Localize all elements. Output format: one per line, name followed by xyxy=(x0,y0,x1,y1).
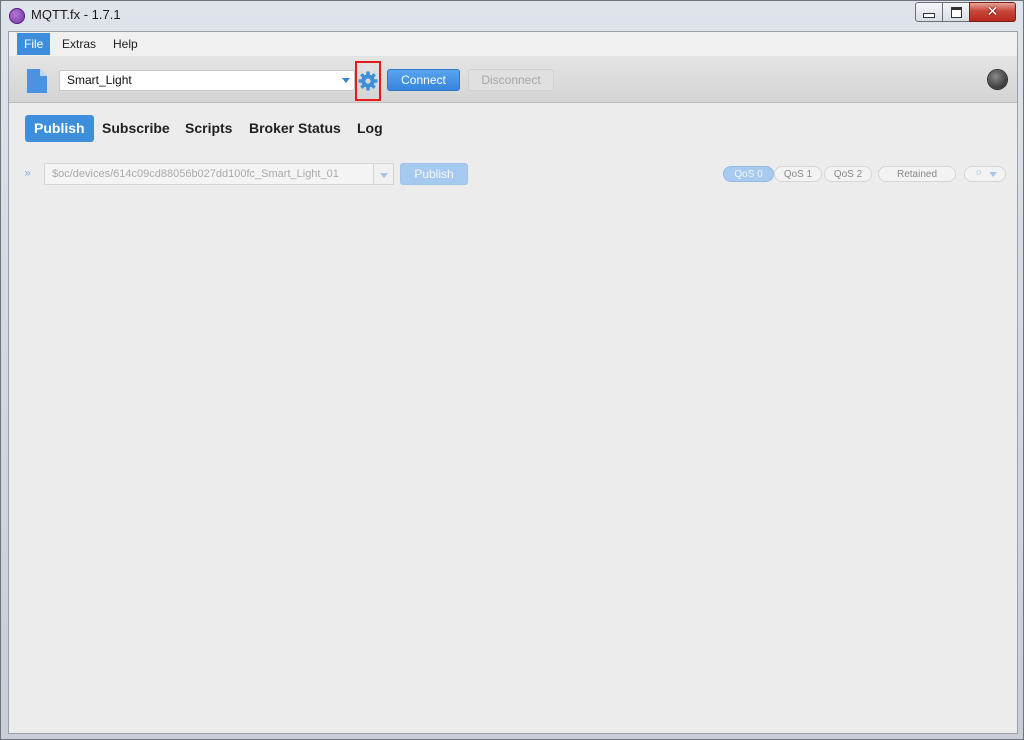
maximize-button[interactable] xyxy=(942,2,970,22)
connection-status-indicator xyxy=(988,70,1007,89)
minimize-icon xyxy=(923,13,935,18)
tab-publish[interactable]: Publish xyxy=(25,115,94,142)
chevron-down-icon xyxy=(380,173,388,178)
menu-help[interactable]: Help xyxy=(106,33,145,55)
tab-broker-status[interactable]: Broker Status xyxy=(240,115,350,142)
topic-input[interactable]: $oc/devices/614c09cd88056b027dd100fc_Sma… xyxy=(44,163,374,185)
connection-toolbar: Smart_Light Connect Disconnect xyxy=(9,56,1017,103)
qos-0-toggle[interactable]: QoS 0 xyxy=(723,166,774,182)
tab-subscribe[interactable]: Subscribe xyxy=(93,115,179,142)
tab-scripts[interactable]: Scripts xyxy=(176,115,241,142)
publish-toolbar: » $oc/devices/614c09cd88056b027dd100fc_S… xyxy=(9,162,1017,188)
chevron-down-icon xyxy=(989,172,997,177)
publish-button[interactable]: Publish xyxy=(400,163,468,185)
publish-options-dropdown[interactable]: o xyxy=(964,166,1006,182)
main-client-area: File Extras Help Smart_Light Connect Dis… xyxy=(8,31,1018,734)
retained-toggle[interactable]: Retained xyxy=(878,166,956,182)
expand-icon[interactable]: » xyxy=(24,166,31,180)
gear-icon xyxy=(358,71,378,91)
menu-file[interactable]: File xyxy=(17,33,51,55)
menu-extras[interactable]: Extras xyxy=(55,33,103,55)
maximize-icon xyxy=(950,6,962,18)
topic-input-value: $oc/devices/614c09cd88056b027dd100fc_Sma… xyxy=(52,168,339,180)
publish-options-label: o xyxy=(976,168,982,178)
minimize-button[interactable] xyxy=(915,2,943,22)
qos-2-toggle[interactable]: QoS 2 xyxy=(824,166,872,182)
chevron-down-icon xyxy=(342,78,350,83)
new-document-icon[interactable] xyxy=(27,69,47,93)
menu-bar: File Extras Help xyxy=(9,32,1017,56)
window-title: MQTT.fx - 1.7.1 xyxy=(31,7,121,22)
close-icon: ✕ xyxy=(986,4,999,20)
publish-message-area[interactable] xyxy=(9,192,1017,733)
qos-1-toggle[interactable]: QoS 1 xyxy=(774,166,822,182)
close-button[interactable]: ✕ xyxy=(969,2,1016,22)
app-window: MQTT.fx - 1.7.1 ✕ File Extras Help Smart… xyxy=(0,0,1024,740)
connection-profile-select[interactable]: Smart_Light xyxy=(59,70,355,91)
disconnect-button[interactable]: Disconnect xyxy=(468,69,554,91)
connect-button[interactable]: Connect xyxy=(387,69,460,91)
connection-settings-button[interactable] xyxy=(355,61,381,101)
mqttfx-app-icon xyxy=(9,8,25,24)
topic-history-dropdown[interactable] xyxy=(373,163,394,185)
title-bar[interactable]: MQTT.fx - 1.7.1 ✕ xyxy=(1,1,1023,31)
tab-log[interactable]: Log xyxy=(348,115,392,142)
profile-select-value: Smart_Light xyxy=(67,73,132,87)
